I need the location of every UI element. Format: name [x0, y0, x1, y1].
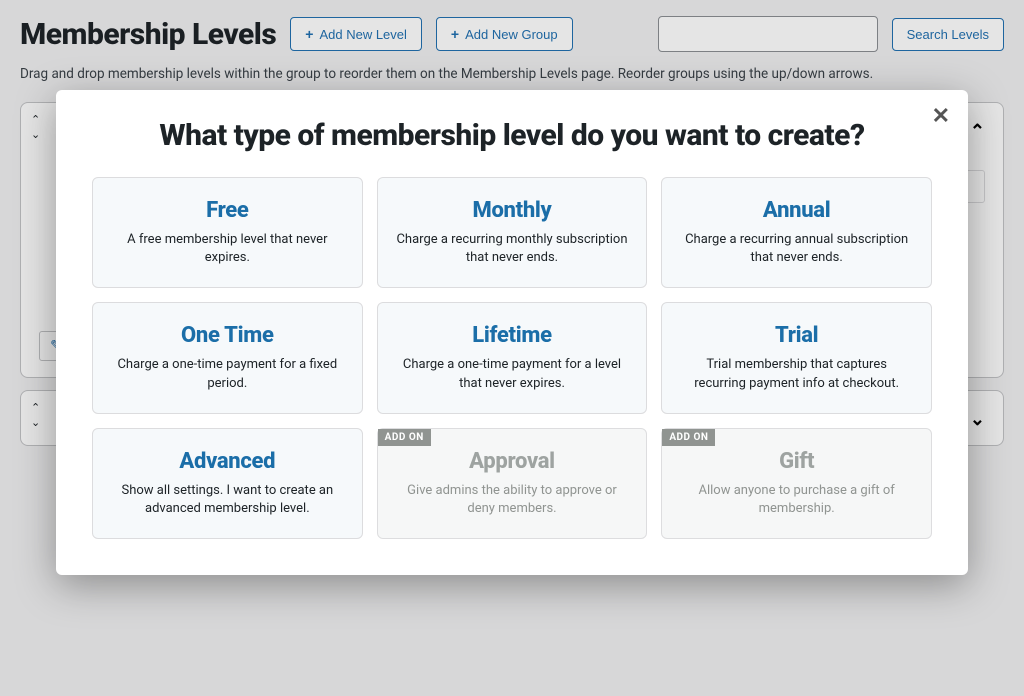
level-type-tile-approval: ADD ON Approval Give admins the ability to…	[377, 428, 648, 539]
level-type-tile-annual[interactable]: Annual Charge a recurring annual subscrip…	[661, 177, 932, 288]
tile-title: Annual	[680, 198, 913, 223]
tile-desc: Show all settings. I want to create an a…	[111, 482, 344, 518]
close-button[interactable]: ✕	[932, 104, 950, 129]
tile-desc: Charge a one-time payment for a fixed pe…	[111, 356, 344, 392]
tile-desc: Give admins the ability to approve or de…	[396, 482, 629, 518]
tile-title: Gift	[680, 449, 913, 474]
tile-title: Approval	[396, 449, 629, 474]
tile-title: Monthly	[396, 198, 629, 223]
tile-desc: Allow anyone to purchase a gift of membe…	[680, 482, 913, 518]
modal-title: What type of membership level do you wan…	[92, 118, 932, 153]
level-type-tile-one-time[interactable]: One Time Charge a one-time payment for a …	[92, 302, 363, 413]
level-type-tile-advanced[interactable]: Advanced Show all settings. I want to cre…	[92, 428, 363, 539]
tile-desc: Charge a recurring monthly subscription …	[396, 231, 629, 267]
tile-title: Free	[111, 198, 344, 223]
close-icon: ✕	[932, 104, 950, 129]
tile-desc: Trial membership that captures recurring…	[680, 356, 913, 392]
tile-title: One Time	[111, 323, 344, 348]
tile-title: Lifetime	[396, 323, 629, 348]
tile-title: Trial	[680, 323, 913, 348]
level-type-tile-monthly[interactable]: Monthly Charge a recurring monthly subscr…	[377, 177, 648, 288]
tile-desc: A free membership level that never expir…	[111, 231, 344, 267]
level-type-tile-trial[interactable]: Trial Trial membership that captures recu…	[661, 302, 932, 413]
tile-grid: Free A free membership level that never e…	[92, 177, 932, 539]
level-type-tile-lifetime[interactable]: Lifetime Charge a one-time payment for a …	[377, 302, 648, 413]
addon-badge: ADD ON	[662, 429, 715, 446]
tile-title: Advanced	[111, 449, 344, 474]
level-type-tile-gift: ADD ON Gift Allow anyone to purchase a gif…	[661, 428, 932, 539]
level-type-tile-free[interactable]: Free A free membership level that never e…	[92, 177, 363, 288]
addon-badge: ADD ON	[378, 429, 431, 446]
tile-desc: Charge a recurring annual subscription t…	[680, 231, 913, 267]
tile-desc: Charge a one-time payment for a level th…	[396, 356, 629, 392]
level-type-modal: ✕ What type of membership level do you w…	[56, 90, 968, 575]
